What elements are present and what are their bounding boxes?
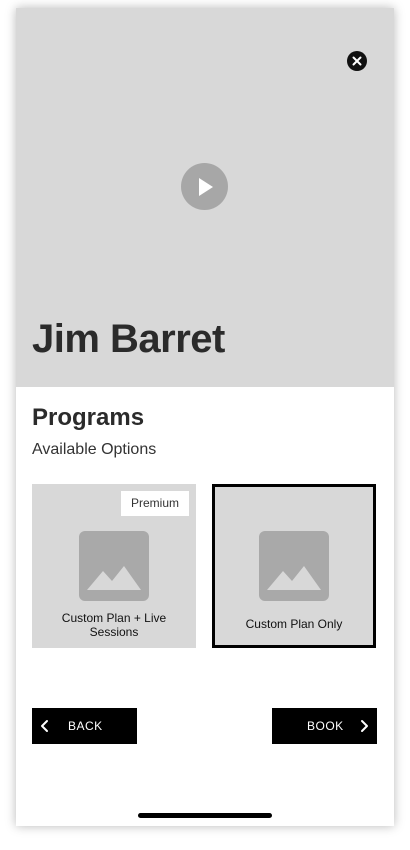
image-placeholder-icon xyxy=(79,531,149,601)
program-option-label: Custom Plan Only xyxy=(245,617,343,631)
home-indicator[interactable] xyxy=(138,813,272,818)
play-icon xyxy=(198,177,213,196)
video-hero: Jim Barret xyxy=(16,8,394,387)
back-button[interactable]: BACK xyxy=(32,708,137,744)
trainer-name: Jim Barret xyxy=(32,317,225,361)
close-button[interactable] xyxy=(347,51,367,71)
program-option-custom-plan-only[interactable]: Custom Plan Only xyxy=(212,484,376,648)
premium-badge: Premium xyxy=(120,491,189,516)
image-placeholder-icon xyxy=(259,531,329,601)
book-button[interactable]: BOOK xyxy=(272,708,377,744)
program-option-custom-plan-live[interactable]: Premium Custom Plan + Live Sessions xyxy=(32,484,196,648)
program-option-label: Custom Plan + Live Sessions xyxy=(61,611,167,639)
programs-title: Programs xyxy=(32,404,145,431)
close-icon xyxy=(352,56,362,66)
chevron-right-icon xyxy=(361,720,368,732)
programs-subtitle: Available Options xyxy=(32,441,157,458)
chevron-left-icon xyxy=(41,720,48,732)
phone-screen: Jim Barret Programs Available Options Pr… xyxy=(16,8,394,826)
book-button-label: BOOK xyxy=(307,719,344,733)
play-button[interactable] xyxy=(181,163,228,210)
back-button-label: BACK xyxy=(68,719,103,733)
